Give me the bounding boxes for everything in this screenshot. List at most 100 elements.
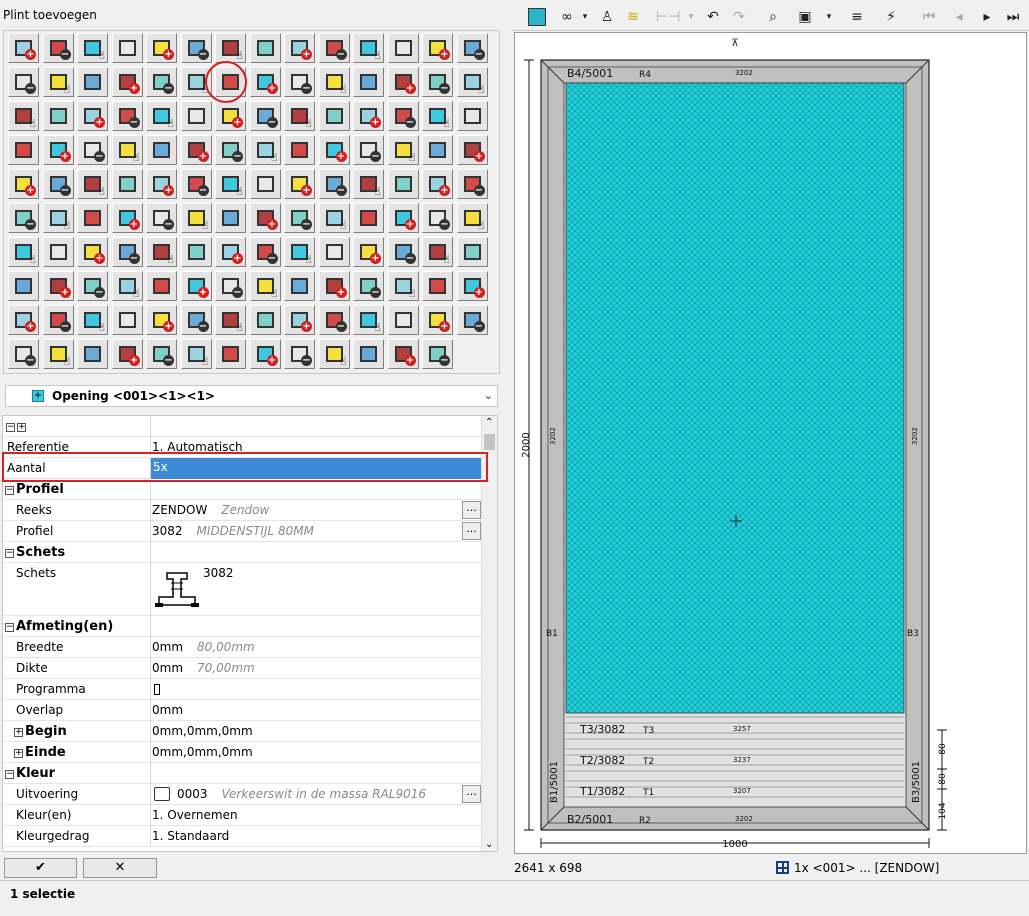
- tool-button[interactable]: +: [387, 67, 419, 97]
- tool-button[interactable]: +: [456, 135, 488, 165]
- expand-all-icon[interactable]: +: [17, 423, 26, 432]
- expand-icon[interactable]: +: [14, 749, 23, 758]
- tool-button[interactable]: ☝: [318, 67, 350, 97]
- tool-button[interactable]: ☝: [180, 339, 212, 369]
- tool-button[interactable]: +: [42, 271, 74, 301]
- dropdown-icon[interactable]: ▾: [818, 6, 840, 28]
- reeks-browse-button[interactable]: ...: [462, 501, 481, 519]
- tool-button[interactable]: +: [111, 203, 143, 233]
- tool-button[interactable]: ☝: [249, 135, 281, 165]
- tool-button[interactable]: −: [456, 305, 488, 335]
- tool-button[interactable]: −: [77, 271, 108, 301]
- tool-button[interactable]: −: [353, 271, 384, 301]
- tool-button[interactable]: ☝: [215, 305, 246, 335]
- dimension-icon[interactable]: ⊢⊣: [656, 6, 680, 28]
- tool-button[interactable]: [42, 101, 74, 131]
- tool-button[interactable]: −: [146, 67, 177, 97]
- tool-button[interactable]: [8, 135, 39, 165]
- tool-button[interactable]: [146, 135, 177, 165]
- section-afmeting[interactable]: − Afmeting(en): [3, 616, 483, 637]
- tool-button[interactable]: −: [456, 169, 488, 199]
- tool-button[interactable]: +: [215, 237, 246, 267]
- tool-button[interactable]: [111, 33, 143, 63]
- tool-button[interactable]: [456, 237, 488, 267]
- tool-button[interactable]: [180, 237, 212, 267]
- tool-button[interactable]: +: [353, 237, 384, 267]
- tool-button[interactable]: [111, 305, 143, 335]
- next-icon[interactable]: ▸: [976, 6, 998, 28]
- tool-button[interactable]: −: [215, 135, 246, 165]
- section-kleur[interactable]: − Kleur: [3, 763, 483, 784]
- chevron-down-icon[interactable]: ⌄: [484, 389, 493, 402]
- tool-button[interactable]: +: [146, 33, 177, 63]
- tool-button[interactable]: ☝: [146, 237, 177, 267]
- row-breedte[interactable]: Breedte 0mm 80,00mm: [3, 637, 483, 658]
- tool-button[interactable]: [387, 305, 419, 335]
- row-uitvoering[interactable]: Uitvoering 0003 Verkeerswit in de massa R…: [3, 784, 483, 805]
- row-kleurgedrag[interactable]: Kleurgedrag 1. Standaard: [3, 826, 483, 847]
- tool-button[interactable]: +: [42, 135, 74, 165]
- tool-button[interactable]: −: [180, 169, 212, 199]
- tool-button[interactable]: ☝: [387, 135, 419, 165]
- tool-button[interactable]: +: [387, 203, 419, 233]
- tool-button[interactable]: [77, 203, 108, 233]
- undo-icon[interactable]: ↶: [702, 6, 724, 28]
- collapse-icon[interactable]: −: [5, 770, 14, 779]
- tool-button[interactable]: −: [318, 33, 350, 63]
- tool-button[interactable]: −: [387, 237, 419, 267]
- tool-button[interactable]: −: [318, 169, 350, 199]
- tool-button[interactable]: +: [387, 339, 419, 369]
- cancel-button[interactable]: ✕: [83, 858, 157, 878]
- tool-button[interactable]: +: [318, 271, 350, 301]
- tool-button[interactable]: −: [8, 339, 39, 369]
- dropdown-icon[interactable]: ▾: [680, 6, 702, 28]
- section-profiel[interactable]: − Profiel: [3, 479, 483, 500]
- tool-button[interactable]: −: [318, 305, 350, 335]
- tool-button[interactable]: ☝: [8, 101, 39, 131]
- tool-button[interactable]: +: [146, 305, 177, 335]
- tool-button[interactable]: +: [456, 271, 488, 301]
- tool-button[interactable]: +: [249, 67, 281, 97]
- tool-button[interactable]: −: [387, 101, 419, 131]
- collapse-icon[interactable]: −: [5, 549, 14, 558]
- tool-button[interactable]: +: [77, 237, 108, 267]
- drawing-canvas[interactable]: ⊼ B4/5001 R4 3202 B2/5001 R2 3202 B1 B3 …: [514, 32, 1027, 854]
- tool-button[interactable]: [8, 271, 39, 301]
- tool-button[interactable]: −: [353, 135, 384, 165]
- tool-button[interactable]: [387, 33, 419, 63]
- expand-icon[interactable]: +: [14, 728, 23, 737]
- tool-button[interactable]: [456, 101, 488, 131]
- tool-button[interactable]: [42, 237, 74, 267]
- tool-button[interactable]: ☝: [111, 135, 143, 165]
- tool-button[interactable]: ☝: [77, 305, 108, 335]
- tool-button[interactable]: ☝: [215, 169, 246, 199]
- layers-icon[interactable]: ≋: [622, 6, 644, 28]
- tool-button[interactable]: [249, 169, 281, 199]
- tool-button[interactable]: ☝: [42, 67, 74, 97]
- row-kleuren[interactable]: Kleur(en) 1. Overnemen: [3, 805, 483, 826]
- frame-icon[interactable]: ▣: [794, 6, 816, 28]
- tool-button[interactable]: +: [422, 33, 453, 63]
- align-icon[interactable]: ≡: [846, 6, 868, 28]
- uitvoering-browse-button[interactable]: ...: [462, 785, 481, 803]
- tool-button[interactable]: ☝: [318, 203, 350, 233]
- programma-checkbox[interactable]: [154, 684, 160, 695]
- tool-button[interactable]: +: [353, 101, 384, 131]
- tool-button[interactable]: −: [249, 237, 281, 267]
- tool-button[interactable]: −: [215, 271, 246, 301]
- element-selector[interactable]: + Opening <001><1><1> ⌄: [5, 385, 498, 407]
- person-icon[interactable]: ♙: [596, 6, 618, 28]
- tool-button[interactable]: ☝: [249, 271, 281, 301]
- tool-button[interactable]: −: [284, 67, 315, 97]
- tool-button[interactable]: −: [456, 33, 488, 63]
- tool-button[interactable]: −: [8, 67, 39, 97]
- row-referentie[interactable]: Referentie 1. Automatisch: [3, 437, 483, 458]
- aantal-input[interactable]: 5x: [151, 458, 482, 479]
- tool-button[interactable]: −: [146, 203, 177, 233]
- tool-button[interactable]: [318, 237, 350, 267]
- tool-button[interactable]: [111, 169, 143, 199]
- tool-button[interactable]: ☝: [8, 237, 39, 267]
- profiel-browse-button[interactable]: ...: [462, 522, 481, 540]
- tool-button[interactable]: ☝: [456, 203, 488, 233]
- tool-button[interactable]: −: [180, 33, 212, 63]
